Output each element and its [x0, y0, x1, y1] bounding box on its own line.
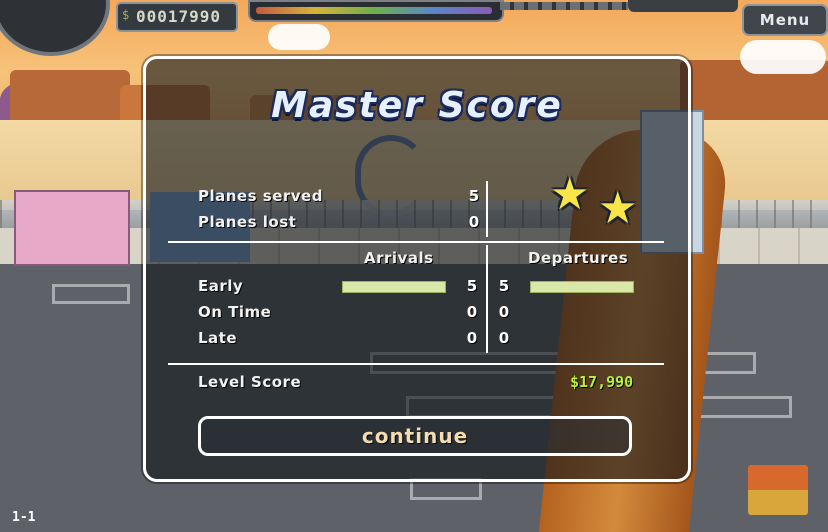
departures-header: Departures — [528, 249, 629, 267]
hud-panel — [628, 0, 738, 12]
money-value: 00017990 — [136, 7, 222, 26]
row-label-on-time: On Time — [198, 303, 272, 321]
arrivals-header: Arrivals — [364, 249, 434, 267]
planes-lost-value: 0 — [468, 213, 480, 231]
divider-vertical — [486, 181, 488, 237]
row-label-late: Late — [198, 329, 238, 347]
dialog-title: Master Score — [271, 85, 563, 126]
row-label-early: Early — [198, 277, 244, 295]
progress-meter — [248, 0, 504, 22]
divider-vertical — [486, 245, 488, 353]
continue-button[interactable]: continue — [198, 416, 632, 456]
departures-bar — [530, 281, 634, 293]
planes-served-label: Planes served — [198, 187, 323, 205]
hud-chain-decoration — [500, 2, 628, 10]
gate-marking — [52, 284, 130, 304]
cloud — [268, 24, 330, 50]
planes-served-value: 5 — [468, 187, 480, 205]
star-icon: ★ — [598, 183, 638, 234]
arrivals-value: 5 — [466, 277, 478, 295]
terminal-building — [14, 190, 130, 266]
divider-horizontal — [168, 363, 664, 365]
cloud — [740, 40, 826, 74]
arrivals-bar — [342, 281, 446, 293]
progress-meter-fill — [256, 7, 492, 14]
level-score-label: Level Score — [198, 373, 302, 391]
divider-horizontal — [168, 241, 664, 243]
cargo-crates — [748, 465, 808, 515]
arrivals-value: 0 — [466, 329, 478, 347]
planes-lost-label: Planes lost — [198, 213, 297, 231]
departures-value: 0 — [498, 329, 510, 347]
departures-value: 5 — [498, 277, 510, 295]
menu-button[interactable]: Menu — [742, 4, 828, 36]
master-score-dialog: Master Score Planes served 5 Planes lost… — [143, 56, 691, 482]
level-indicator: 1-1 — [12, 510, 36, 525]
level-score-value: $17,990 — [570, 373, 634, 391]
departures-value: 0 — [498, 303, 510, 321]
arrivals-value: 0 — [466, 303, 478, 321]
money-counter: $ 00017990 — [116, 2, 238, 32]
dollar-icon: $ — [122, 8, 130, 22]
star-icon: ★ — [550, 169, 590, 220]
